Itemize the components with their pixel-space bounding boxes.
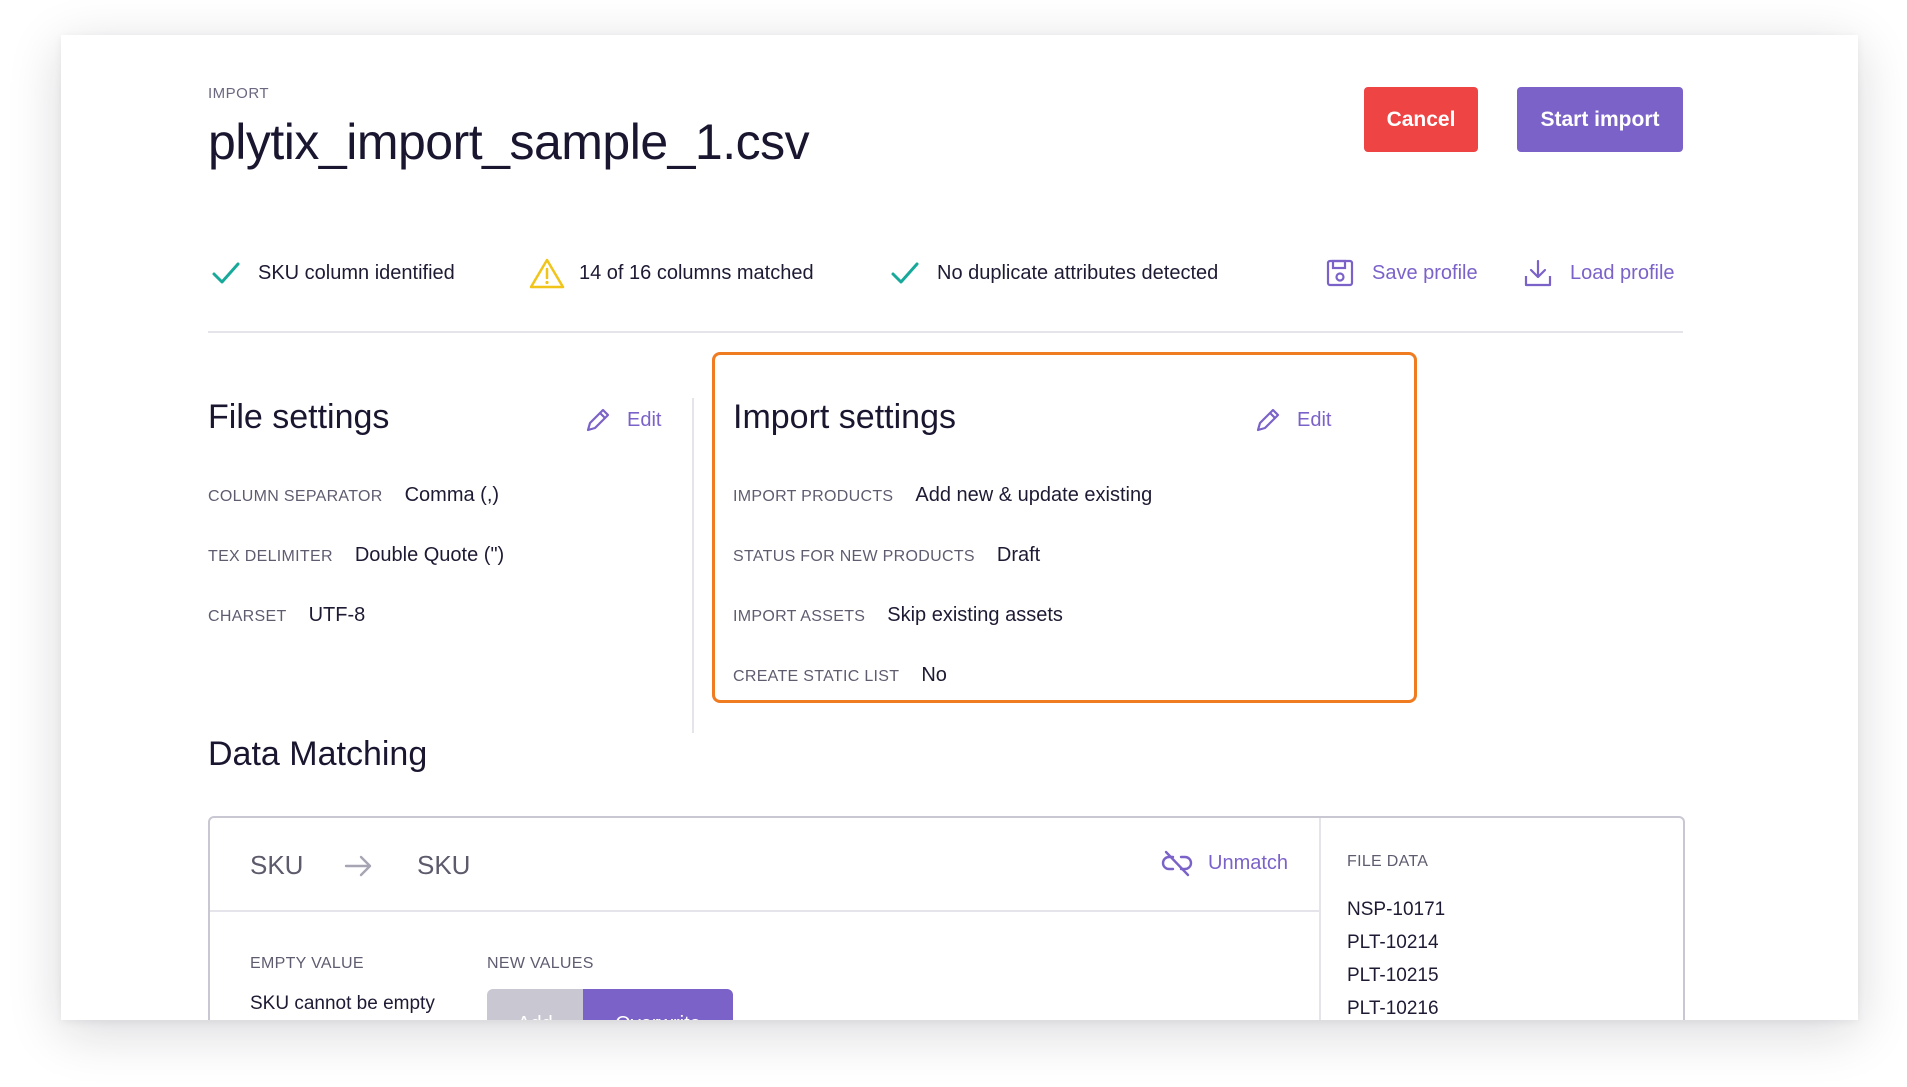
setting-status-new-products: STATUS FOR NEW PRODUCTS Draft: [733, 544, 1041, 566]
file-data-row: PLT-10214: [1347, 932, 1439, 953]
cancel-button[interactable]: Cancel: [1364, 87, 1478, 152]
file-settings-heading: File settings: [208, 398, 390, 436]
match-panel: SKU SKU Unmatch EMPTY VALUE SKU cannot b…: [208, 816, 1685, 1020]
empty-value-label: EMPTY VALUE: [250, 955, 364, 972]
file-settings-edit-button[interactable]: Edit: [583, 405, 661, 435]
status-duplicates-text: No duplicate attributes detected: [937, 261, 1219, 284]
file-data-divider: [1319, 818, 1321, 1020]
import-card: IMPORT plytix_import_sample_1.csv Cancel…: [61, 35, 1858, 1020]
load-profile-label: Load profile: [1570, 261, 1675, 284]
check-icon: [208, 255, 244, 291]
data-matching-heading: Data Matching: [208, 735, 428, 773]
empty-value-text: SKU cannot be empty: [250, 993, 435, 1014]
save-icon: [1322, 255, 1358, 291]
file-data-row: NSP-10171: [1347, 899, 1446, 920]
save-profile-button[interactable]: Save profile: [1322, 255, 1478, 291]
status-sku-text: SKU column identified: [258, 261, 455, 284]
pencil-icon: [1256, 408, 1280, 432]
arrow-right-icon: [344, 854, 374, 883]
setting-import-products: IMPORT PRODUCTS Add new & update existin…: [733, 484, 1153, 506]
overwrite-option[interactable]: Overwrite: [583, 989, 733, 1020]
file-data-label: FILE DATA: [1347, 853, 1429, 870]
file-settings-edit-label: Edit: [627, 408, 662, 431]
setting-text-delimiter: TEX DELIMITER Double Quote ("): [208, 544, 505, 566]
file-data-row: PLT-10216: [1347, 998, 1439, 1019]
load-profile-button[interactable]: Load profile: [1520, 255, 1675, 291]
source-column: SKU: [250, 850, 304, 880]
setting-charset: CHARSET UTF-8: [208, 604, 366, 626]
setting-create-static-list: CREATE STATIC LIST No: [733, 664, 947, 686]
file-data-row: PLT-10215: [1347, 965, 1439, 986]
import-settings-edit-button[interactable]: Edit: [1253, 405, 1331, 435]
page-title: plytix_import_sample_1.csv: [208, 114, 810, 170]
new-values-label: NEW VALUES: [487, 955, 594, 972]
download-icon: [1520, 255, 1556, 291]
unmatch-label: Unmatch: [1208, 851, 1289, 874]
new-values-toggle: Add Overwrite: [487, 989, 733, 1020]
unmatch-button[interactable]: Unmatch: [1160, 848, 1288, 878]
match-header-divider: [210, 910, 1319, 912]
target-attribute: SKU: [417, 850, 471, 880]
status-columns: 14 of 16 columns matched: [529, 255, 814, 291]
page-eyebrow: IMPORT: [208, 85, 270, 102]
pencil-icon: [586, 408, 610, 432]
check-icon: [887, 255, 923, 291]
status-sku: SKU column identified: [208, 255, 455, 291]
unlink-icon: [1161, 850, 1193, 877]
import-settings-edit-label: Edit: [1297, 408, 1332, 431]
header-divider: [208, 331, 1683, 333]
setting-column-separator: COLUMN SEPARATOR Comma (,): [208, 484, 500, 506]
status-duplicates: No duplicate attributes detected: [887, 255, 1218, 291]
save-profile-label: Save profile: [1372, 261, 1478, 284]
warning-icon: [529, 255, 565, 291]
setting-import-assets: IMPORT ASSETS Skip existing assets: [733, 604, 1063, 626]
add-option[interactable]: Add: [487, 989, 583, 1020]
status-columns-text: 14 of 16 columns matched: [579, 261, 814, 284]
settings-divider: [692, 398, 694, 733]
import-settings-heading: Import settings: [733, 398, 956, 436]
start-import-button[interactable]: Start import: [1517, 87, 1683, 152]
